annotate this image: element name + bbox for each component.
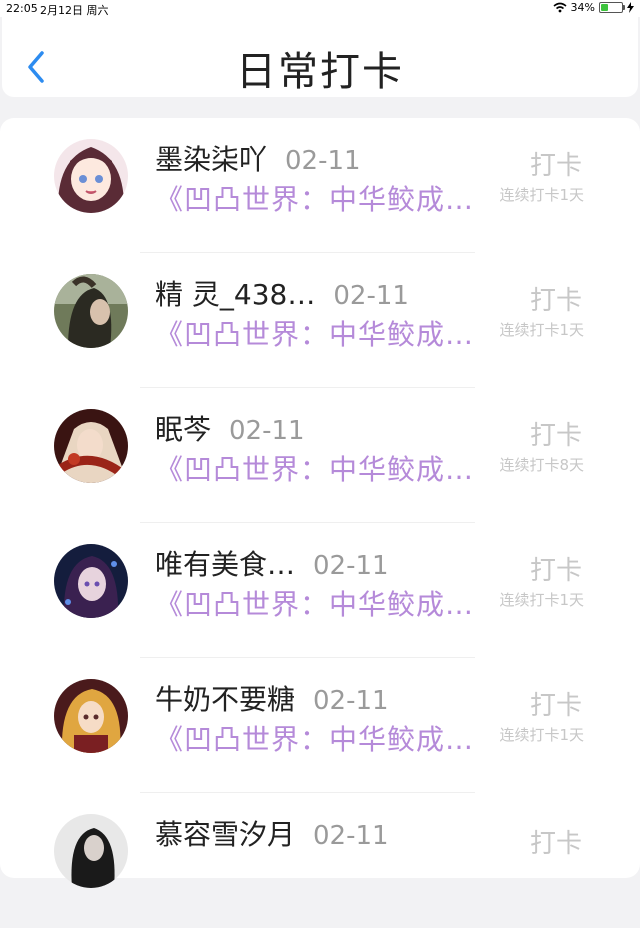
user-name[interactable]: 唯有美食… [155,543,295,583]
checkin-label: 打卡 [529,421,582,451]
user-name[interactable]: 慕容雪汐月 [155,813,295,853]
avatar[interactable] [54,139,128,213]
battery-icon [599,2,625,13]
entry-date: 02-11 [333,281,409,311]
list-item[interactable]: 慕容雪汐月 02-11 打卡 [0,793,640,928]
list-item[interactable]: 唯有美食… 02-11 《凹凸世界：中华鲛成… 打卡 连续打卡1天 [0,523,640,658]
book-title[interactable]: 《凹凸世界：中华鲛成… [155,178,474,218]
battery-percent: 34% [570,1,595,14]
checkin-label: 打卡 [529,829,582,859]
checkin-label: 打卡 [529,556,582,586]
list-item[interactable]: 精 灵_438… 02-11 《凹凸世界：中华鲛成… 打卡 连续打卡1天 [0,253,640,388]
streak-text: 连续打卡1天 [499,186,584,204]
entry-header: 慕容雪汐月 02-11 [155,813,389,853]
entry-header: 牛奶不要糖 02-11 [155,678,389,718]
avatar[interactable] [54,679,128,753]
status-time: 22:05 [6,2,38,15]
nav-header: 日常打卡 [2,17,638,97]
user-name[interactable]: 牛奶不要糖 [155,678,295,718]
user-name[interactable]: 眠芩 [155,408,211,448]
entry-header: 眠芩 02-11 [155,408,305,448]
streak-text: 连续打卡8天 [499,456,584,474]
user-name[interactable]: 墨染柒吖 [155,138,267,178]
avatar[interactable] [54,814,128,888]
checkin-label: 打卡 [529,286,582,316]
checkin-label: 打卡 [529,151,582,181]
book-title[interactable]: 《凹凸世界：中华鲛成… [155,313,474,353]
entry-header: 精 灵_438… 02-11 [155,273,409,313]
book-title[interactable]: 《凹凸世界：中华鲛成… [155,718,474,758]
avatar[interactable] [54,544,128,618]
avatar[interactable] [54,274,128,348]
wifi-icon [553,2,567,13]
streak-text: 连续打卡1天 [499,321,584,339]
checkin-list: 墨染柒吖 02-11 《凹凸世界：中华鲛成… 打卡 连续打卡1天 精 灵_438… [0,118,640,888]
page-title: 日常打卡 [236,49,404,95]
entry-date: 02-11 [229,416,305,446]
entry-date: 02-11 [313,821,389,851]
avatar[interactable] [54,409,128,483]
entry-header: 墨染柒吖 02-11 [155,138,361,178]
status-bar: 22:05 2月12日 周六 34% [0,0,640,17]
status-date: 2月12日 周六 [40,4,109,17]
charging-icon [627,2,634,13]
book-title[interactable]: 《凹凸世界：中华鲛成… [155,583,474,623]
list-item[interactable]: 牛奶不要糖 02-11 《凹凸世界：中华鲛成… 打卡 连续打卡1天 [0,658,640,793]
streak-text: 连续打卡1天 [499,591,584,609]
entry-date: 02-11 [285,146,361,176]
status-right: 34% [553,1,634,14]
entry-date: 02-11 [313,551,389,581]
entry-date: 02-11 [313,686,389,716]
book-title[interactable]: 《凹凸世界：中华鲛成… [155,448,474,488]
list-item[interactable]: 墨染柒吖 02-11 《凹凸世界：中华鲛成… 打卡 连续打卡1天 [0,118,640,253]
list-item[interactable]: 眠芩 02-11 《凹凸世界：中华鲛成… 打卡 连续打卡8天 [0,388,640,523]
entry-header: 唯有美食… 02-11 [155,543,389,583]
checkin-label: 打卡 [529,691,582,721]
streak-text: 连续打卡1天 [499,726,584,744]
user-name[interactable]: 精 灵_438… [155,273,315,313]
